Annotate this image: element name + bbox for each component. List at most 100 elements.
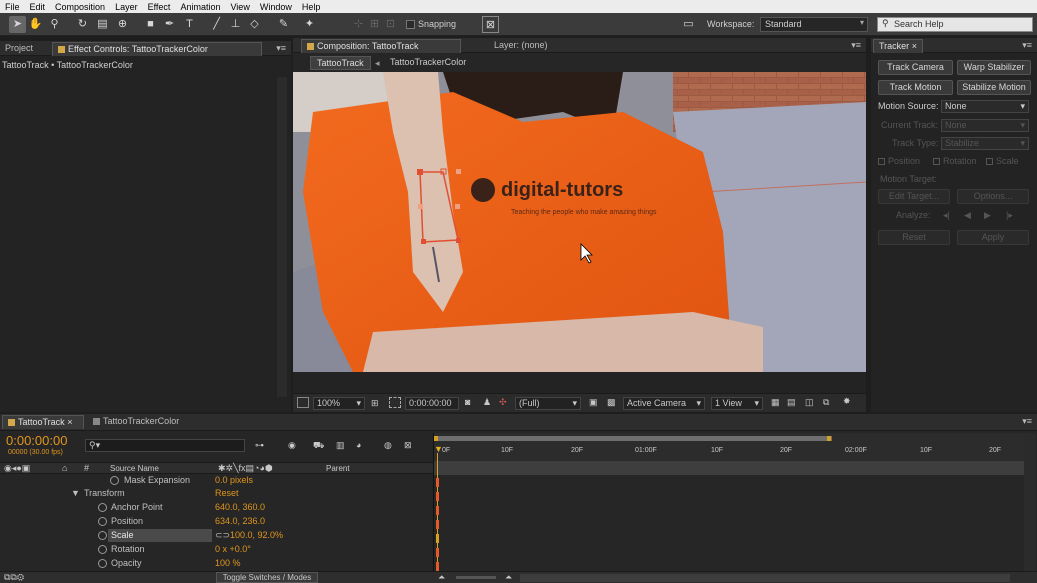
- type-tool-icon[interactable]: T: [181, 16, 198, 33]
- left-panel-scrollbar[interactable]: [277, 77, 287, 397]
- rectangle-tool-icon[interactable]: ■: [142, 16, 159, 33]
- resolution-select[interactable]: (Full) ▾: [515, 397, 581, 410]
- property-value[interactable]: 0.0 pixels: [215, 475, 253, 485]
- work-area-end-handle[interactable]: [827, 436, 831, 441]
- selection-tool-icon[interactable]: ➤: [9, 16, 26, 33]
- rotate-tool-icon[interactable]: ↻: [74, 16, 91, 33]
- property-row-rotation[interactable]: Rotation 0 x +0.0°: [0, 543, 433, 557]
- tab-tattootrack[interactable]: TattooTrack ×: [2, 415, 84, 429]
- snapshot-camera-icon[interactable]: ◙: [465, 397, 470, 407]
- property-row-transform[interactable]: ▼ Transform Reset: [0, 487, 433, 501]
- keyframe-marker[interactable]: [436, 492, 439, 501]
- current-track-select[interactable]: None ▾: [941, 119, 1029, 132]
- source-name-column[interactable]: Source Name: [110, 464, 159, 473]
- keyframe-marker[interactable]: [436, 506, 439, 515]
- exposure-icon[interactable]: ✸: [843, 396, 851, 407]
- layer-duration-bar[interactable]: [434, 461, 1024, 475]
- options-button[interactable]: Options...: [957, 189, 1029, 204]
- tab-tattootrackercolor[interactable]: TattooTrackerColor: [88, 415, 184, 429]
- current-time-field[interactable]: 0:00:00:00: [405, 397, 459, 410]
- zoom-out-icon[interactable]: ⏶: [438, 572, 445, 583]
- axis-world-icon[interactable]: ⊞: [366, 16, 383, 33]
- zoom-tool-icon[interactable]: ⚲: [46, 16, 63, 33]
- timeline-timecode[interactable]: 0:00:00:00: [6, 433, 67, 448]
- parent-column[interactable]: Parent: [326, 464, 350, 473]
- frame-blending-icon[interactable]: ▥: [336, 440, 345, 451]
- twirl-down-icon[interactable]: ▼: [71, 488, 80, 498]
- puppet-pin-tool-icon[interactable]: ✦: [301, 16, 318, 33]
- property-value[interactable]: 100 %: [215, 558, 241, 568]
- zoom-select[interactable]: 100% ▾: [313, 397, 365, 410]
- panel-menu-icon[interactable]: ▾≡: [276, 43, 286, 54]
- grid-icon[interactable]: ⊞: [371, 398, 379, 409]
- analyze-forward-frame-icon[interactable]: ▶: [984, 210, 991, 221]
- property-row-scale[interactable]: Scale ⊂⊃ 100.0, 92.0%: [0, 529, 433, 543]
- mask-visibility-icon[interactable]: [389, 397, 401, 408]
- track-camera-button[interactable]: Track Camera: [878, 60, 953, 75]
- constrain-proportions-icon[interactable]: ⊂⊃: [215, 530, 230, 541]
- clone-stamp-tool-icon[interactable]: ⊥: [227, 16, 244, 33]
- panel-menu-icon[interactable]: ▾≡: [1022, 416, 1032, 427]
- pen-tool-icon[interactable]: ✒: [161, 16, 178, 33]
- stopwatch-icon[interactable]: [110, 476, 119, 485]
- motion-blur-icon[interactable]: ◕: [356, 440, 361, 450]
- track-motion-button[interactable]: Track Motion: [878, 80, 953, 95]
- search-help-input[interactable]: ⚲ Search Help: [877, 17, 1033, 32]
- time-ruler[interactable]: 0F 10F 20F 01:00F 10F 20F 02:00F 10F 20F…: [434, 433, 1024, 461]
- track-type-select[interactable]: Stabilize ▾: [941, 137, 1029, 150]
- tab-project[interactable]: Project: [0, 42, 38, 56]
- workspace-icon[interactable]: ▭: [680, 16, 697, 33]
- property-value[interactable]: 634.0, 236.0: [215, 516, 265, 526]
- time-graph[interactable]: 0F 10F 20F 01:00F 10F 20F 02:00F 10F 20F…: [433, 433, 1024, 571]
- scale-checkbox[interactable]: Scale: [986, 156, 1019, 166]
- toggle-switches-modes-button[interactable]: Toggle Switches / Modes: [216, 572, 318, 583]
- workspace-select[interactable]: Standard ▾: [760, 17, 868, 32]
- time-zoom-slider[interactable]: [456, 576, 496, 579]
- timeline-icon[interactable]: ◫: [805, 397, 814, 408]
- close-icon[interactable]: ×: [67, 417, 72, 427]
- property-row-mask-expansion[interactable]: Mask Expansion 0.0 pixels: [0, 474, 433, 488]
- keyframe-marker[interactable]: [436, 478, 439, 487]
- shy-layers-icon[interactable]: ⛟: [313, 440, 324, 452]
- rotation-checkbox[interactable]: Rotation: [933, 156, 977, 166]
- motion-source-select[interactable]: None ▾: [941, 100, 1029, 113]
- close-icon[interactable]: ×: [912, 41, 917, 51]
- brush-tool-icon[interactable]: ╱: [208, 16, 225, 33]
- tab-composition[interactable]: Composition: TattooTrack: [301, 39, 461, 53]
- axis-view-icon[interactable]: ⊡: [382, 16, 399, 33]
- keyframe-marker[interactable]: [436, 520, 439, 529]
- snap-options-icon[interactable]: ⊠: [482, 16, 499, 33]
- stopwatch-icon[interactable]: [98, 503, 107, 512]
- comp-viewer[interactable]: digital-tutors Teaching the people who m…: [293, 72, 866, 372]
- stopwatch-icon[interactable]: [98, 517, 107, 526]
- menu-file[interactable]: File: [0, 2, 25, 12]
- timeline-vertical-scrollbar[interactable]: [1024, 433, 1036, 571]
- always-preview-icon[interactable]: [297, 397, 309, 408]
- menu-animation[interactable]: Animation: [175, 2, 225, 12]
- breadcrumb-trackercolor[interactable]: TattooTrackerColor: [390, 57, 466, 67]
- property-value[interactable]: 640.0, 360.0: [215, 502, 265, 512]
- zoom-in-icon[interactable]: ⏶: [505, 572, 512, 583]
- menu-view[interactable]: View: [225, 2, 254, 12]
- playhead-icon[interactable]: ▼: [434, 444, 443, 454]
- analyze-forward-icon[interactable]: |▸: [1006, 210, 1013, 221]
- edit-target-button[interactable]: Edit Target...: [878, 189, 950, 204]
- toggle-pixel-aspect-icon[interactable]: ▦: [771, 397, 780, 408]
- property-value[interactable]: 0 x +0.0°: [215, 544, 251, 554]
- analyze-back-frame-icon[interactable]: ◀: [964, 210, 971, 221]
- menu-effect[interactable]: Effect: [143, 2, 176, 12]
- pan-behind-tool-icon[interactable]: ⊕: [114, 16, 131, 33]
- show-snapshot-icon[interactable]: ♟: [483, 397, 491, 408]
- warp-stabilizer-button[interactable]: Warp Stabilizer: [957, 60, 1031, 75]
- menu-composition[interactable]: Composition: [50, 2, 110, 12]
- property-value[interactable]: 100.0, 92.0%: [230, 530, 283, 540]
- brainstorm-icon[interactable]: ⊠: [404, 440, 412, 451]
- property-row-anchor-point[interactable]: Anchor Point 640.0, 360.0: [0, 501, 433, 515]
- transparency-grid-icon[interactable]: ▩: [607, 397, 616, 408]
- fast-previews-icon[interactable]: ▤: [787, 397, 796, 408]
- panel-menu-icon[interactable]: ▾≡: [851, 40, 861, 51]
- camera-view-select[interactable]: Active Camera ▾: [623, 397, 705, 410]
- property-row-position[interactable]: Position 634.0, 236.0: [0, 515, 433, 529]
- comp-mini-flowchart-icon[interactable]: ⊶: [255, 440, 264, 451]
- view-layout-select[interactable]: 1 View ▾: [711, 397, 763, 410]
